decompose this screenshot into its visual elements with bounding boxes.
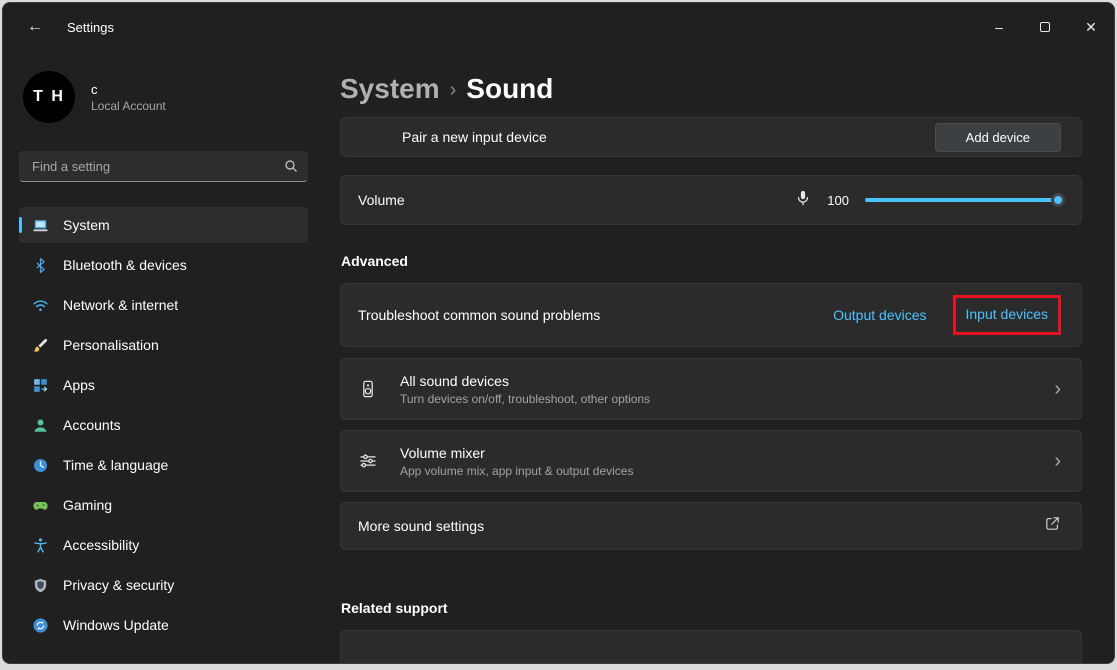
clock-icon <box>31 456 49 474</box>
volume-row: Volume 100 <box>340 175 1082 225</box>
input-devices-highlight-box: Input devices <box>953 295 1062 335</box>
minimize-button[interactable]: – <box>976 3 1022 51</box>
person-icon <box>31 416 49 434</box>
shield-icon <box>31 576 49 594</box>
user-account-block[interactable]: T H c Local Account <box>23 71 308 123</box>
more-sound-settings-row[interactable]: More sound settings <box>340 502 1082 550</box>
sidebar-item-system[interactable]: System <box>19 207 308 243</box>
section-header-related-support: Related support <box>341 600 1082 616</box>
sidebar-item-bluetooth-devices[interactable]: Bluetooth & devices <box>19 247 308 283</box>
volume-slider-thumb[interactable] <box>1051 193 1065 207</box>
volume-mixer-icon <box>358 451 400 471</box>
accessibility-person-icon <box>31 536 49 554</box>
update-refresh-icon <box>31 616 49 634</box>
settings-scroll-area[interactable]: Pair a new input device Add device Volum… <box>340 117 1082 664</box>
sidebar-nav: System Bluetooth & devices Network & int… <box>19 207 308 643</box>
settings-window: ← Settings – ✕ T H c Local Account <box>2 2 1115 664</box>
sidebar-item-label: Accessibility <box>63 537 139 553</box>
volume-value: 100 <box>825 193 849 208</box>
breadcrumb-separator-icon: › <box>450 77 457 102</box>
chevron-right-icon: › <box>1054 451 1061 471</box>
page-title: Sound <box>466 73 553 105</box>
troubleshoot-row: Troubleshoot common sound problems Outpu… <box>340 283 1082 347</box>
titlebar: ← Settings – ✕ <box>3 3 1114 51</box>
sidebar: T H c Local Account System <box>3 51 324 664</box>
pair-device-label: Pair a new input device <box>358 129 547 145</box>
account-type-label: Local Account <box>91 98 166 114</box>
sidebar-item-label: Personalisation <box>63 337 159 353</box>
user-name: c <box>91 81 166 98</box>
sidebar-item-label: Time & language <box>63 457 168 473</box>
search-input[interactable] <box>19 151 308 182</box>
output-devices-link[interactable]: Output devices <box>833 307 926 323</box>
breadcrumb-system[interactable]: System <box>340 73 440 105</box>
slider-fill <box>865 198 1061 202</box>
volume-mixer-subtitle: App volume mix, app input & output devic… <box>400 464 633 478</box>
sidebar-item-label: System <box>63 217 110 233</box>
sidebar-item-label: Privacy & security <box>63 577 174 593</box>
volume-slider[interactable] <box>865 189 1061 211</box>
close-button[interactable]: ✕ <box>1068 3 1114 51</box>
avatar: T H <box>23 71 75 123</box>
external-link-icon <box>1044 515 1061 537</box>
pair-input-device-row: Pair a new input device Add device <box>340 117 1082 157</box>
sidebar-item-label: Bluetooth & devices <box>63 257 187 273</box>
game-controller-icon <box>31 496 49 514</box>
related-support-row[interactable] <box>340 630 1082 664</box>
main-content: System › Sound Pair a new input device A… <box>324 51 1114 664</box>
sidebar-item-network-internet[interactable]: Network & internet <box>19 287 308 323</box>
back-button[interactable]: ← <box>23 18 47 36</box>
section-header-advanced: Advanced <box>341 253 1082 269</box>
search-icon <box>283 158 299 179</box>
microphone-icon <box>794 189 812 212</box>
troubleshoot-label: Troubleshoot common sound problems <box>358 307 600 323</box>
sidebar-item-windows-update[interactable]: Windows Update <box>19 607 308 643</box>
breadcrumb: System › Sound <box>340 69 1082 109</box>
volume-mixer-title: Volume mixer <box>400 445 633 461</box>
apps-grid-icon <box>31 376 49 394</box>
sidebar-item-personalisation[interactable]: Personalisation <box>19 327 308 363</box>
volume-label: Volume <box>358 192 405 208</box>
sidebar-item-label: Accounts <box>63 417 121 433</box>
paintbrush-icon <box>31 336 49 354</box>
more-sound-settings-label: More sound settings <box>358 518 484 534</box>
input-devices-link[interactable]: Input devices <box>966 306 1049 322</box>
maximize-icon <box>1040 22 1050 32</box>
sidebar-item-label: Network & internet <box>63 297 178 313</box>
selected-indicator <box>19 217 22 233</box>
all-sound-devices-row[interactable]: All sound devices Turn devices on/off, t… <box>340 358 1082 420</box>
sidebar-item-privacy-security[interactable]: Privacy & security <box>19 567 308 603</box>
sidebar-item-label: Windows Update <box>63 617 169 633</box>
sidebar-item-label: Gaming <box>63 497 112 513</box>
search-box <box>19 151 308 182</box>
slider-track <box>865 198 1061 202</box>
all-sound-devices-subtitle: Turn devices on/off, troubleshoot, other… <box>400 392 650 406</box>
all-sound-devices-title: All sound devices <box>400 373 650 389</box>
volume-mixer-row[interactable]: Volume mixer App volume mix, app input &… <box>340 430 1082 492</box>
bluetooth-icon <box>31 256 49 274</box>
speaker-device-icon <box>358 379 400 399</box>
maximize-button[interactable] <box>1022 3 1068 51</box>
sidebar-item-time-language[interactable]: Time & language <box>19 447 308 483</box>
system-icon <box>31 216 49 234</box>
sidebar-item-label: Apps <box>63 377 95 393</box>
add-device-button[interactable]: Add device <box>935 123 1061 152</box>
window-title: Settings <box>67 20 114 35</box>
sidebar-item-accounts[interactable]: Accounts <box>19 407 308 443</box>
sidebar-item-gaming[interactable]: Gaming <box>19 487 308 523</box>
chevron-right-icon: › <box>1054 379 1061 399</box>
sidebar-item-apps[interactable]: Apps <box>19 367 308 403</box>
sidebar-item-accessibility[interactable]: Accessibility <box>19 527 308 563</box>
wifi-icon <box>31 296 49 314</box>
